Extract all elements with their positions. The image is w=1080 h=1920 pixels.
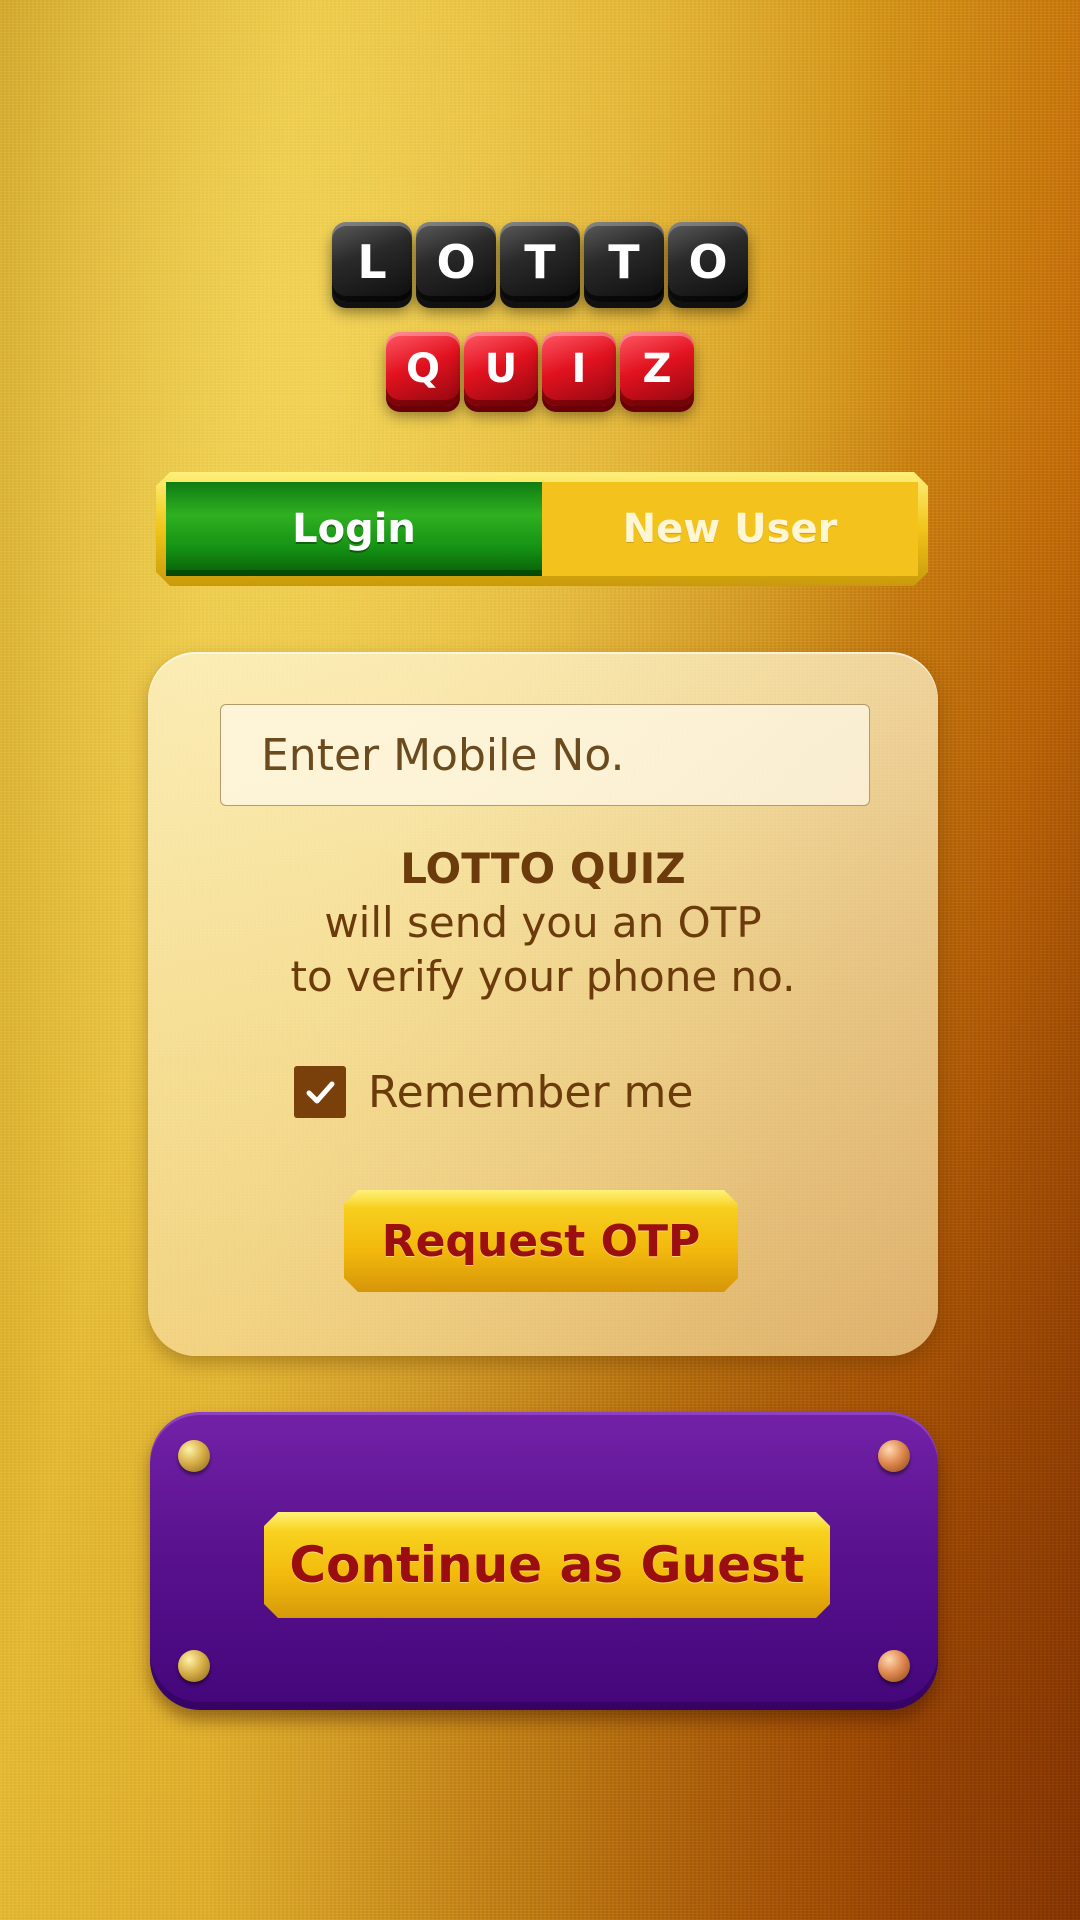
otp-info: LOTTO QUIZ will send you an OTP to verif… <box>148 842 938 1004</box>
logo-tile: Z <box>620 332 694 406</box>
remember-me[interactable]: Remember me <box>294 1066 693 1118</box>
guest-panel: Continue as Guest <box>150 1412 938 1710</box>
remember-me-checkbox[interactable] <box>294 1066 346 1118</box>
otp-info-line: to verify your phone no. <box>290 952 796 1001</box>
rivet-icon <box>178 1440 210 1472</box>
logo-tile: T <box>584 222 664 302</box>
logo-top-row: L O T T O <box>0 222 1080 302</box>
rivet-icon <box>878 1650 910 1682</box>
continue-as-guest-button[interactable]: Continue as Guest <box>264 1512 830 1618</box>
request-otp-button[interactable]: Request OTP <box>344 1190 738 1292</box>
checkmark-icon <box>306 1081 335 1104</box>
logo-tile: T <box>500 222 580 302</box>
auth-tabs-inner: Login New User <box>166 482 918 576</box>
tab-new-user[interactable]: New User <box>542 482 918 576</box>
logo-tile: O <box>668 222 748 302</box>
rivet-icon <box>178 1650 210 1682</box>
logo-tile: I <box>542 332 616 406</box>
logo-tile: O <box>416 222 496 302</box>
lotto-quiz-logo: L O T T O Q U I Z <box>0 222 1080 422</box>
logo-bottom-row: Q U I Z <box>0 332 1080 406</box>
rivet-icon <box>878 1440 910 1472</box>
logo-tile: L <box>332 222 412 302</box>
login-card: LOTTO QUIZ will send you an OTP to verif… <box>148 652 938 1356</box>
logo-tile: Q <box>386 332 460 406</box>
tab-login[interactable]: Login <box>166 482 542 576</box>
mobile-number-input[interactable] <box>220 704 870 806</box>
otp-info-title: LOTTO QUIZ <box>400 844 686 893</box>
remember-me-label: Remember me <box>368 1066 694 1118</box>
logo-tile: U <box>464 332 538 406</box>
auth-tabs: Login New User <box>156 472 928 586</box>
otp-info-line: will send you an OTP <box>324 898 762 947</box>
